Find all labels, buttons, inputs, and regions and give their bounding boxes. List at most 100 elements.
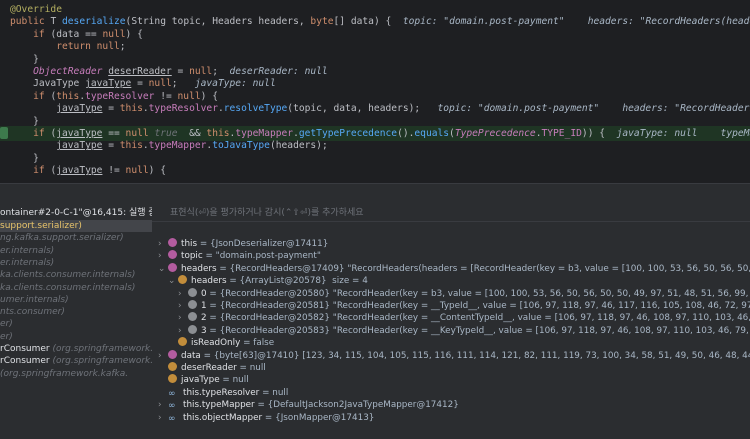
- variable-name: data: [181, 350, 201, 361]
- variable-name: headers: [191, 276, 227, 287]
- chevron-right-icon[interactable]: ›: [158, 412, 168, 425]
- code-token: typeMapper: [235, 128, 294, 139]
- stack-frame[interactable]: rConsumer (org.springframework.kafka.: [0, 343, 152, 355]
- chevron-down-icon[interactable]: ⌄: [158, 263, 168, 276]
- frame-package: er): [0, 319, 13, 330]
- variable-row[interactable]: › 0 = {RecordHeader@20580} "RecordHeader(…: [178, 287, 750, 301]
- variable-row[interactable]: › this = {JsonDeserializer@17411}: [158, 238, 328, 251]
- stack-frame[interactable]: ka.clients.consumer.internals): [0, 282, 152, 294]
- stack-frame[interactable]: (org.springframework.kafka.: [0, 368, 152, 380]
- code-line[interactable]: if (javaType != null) {: [0, 163, 750, 178]
- variable-row[interactable]: › 2 = {RecordHeader@20582} "RecordHeader(…: [178, 312, 750, 325]
- code-token: javaType: [85, 78, 132, 90]
- stack-frame[interactable]: er.internals): [0, 257, 152, 269]
- variable-name: this: [181, 239, 198, 249]
- code-token: ) {: [148, 165, 166, 177]
- chevron-right-icon[interactable]: ›: [178, 312, 188, 325]
- code-token: null: [125, 128, 155, 139]
- chevron-right-icon[interactable]: ›: [158, 350, 168, 363]
- code-token: true: [154, 128, 190, 139]
- stack-frame[interactable]: support.serializer): [0, 220, 152, 232]
- chevron-right-icon[interactable]: ›: [178, 300, 188, 313]
- variable-value: = {JsonDeserializer@17411}: [197, 239, 329, 249]
- code-token: if: [33, 90, 51, 102]
- stack-frame[interactable]: nts.consumer): [0, 306, 152, 318]
- stack-frame[interactable]: er): [0, 318, 152, 330]
- code-token: equals: [414, 128, 450, 139]
- frame-package: ng.kafka.support.serializer): [0, 233, 124, 244]
- variable-row[interactable]: › data = {byte[63]@17410} [123, 34, 115, …: [158, 349, 750, 363]
- chevron-right-icon[interactable]: ›: [158, 250, 168, 263]
- variable-value: = {RecordHeader@20580} "RecordHeader(key…: [209, 288, 749, 299]
- variable-value: = {byte[63]@17410} [123, 34, 115, 104, 1…: [203, 350, 750, 361]
- code-token: null: [189, 66, 213, 77]
- variable-name: this.typeMapper: [183, 400, 255, 411]
- variable-row[interactable]: deserReader = null: [158, 362, 266, 375]
- variable-row[interactable]: › ∞ this.objectMapper = {JsonMapper@17413}: [158, 412, 374, 425]
- code-token: this: [56, 90, 80, 102]
- watch-icon: ∞: [168, 401, 176, 412]
- code-token: (headers);: [269, 140, 328, 152]
- code-editor[interactable]: @Override public T deserialize(String top…: [0, 0, 750, 183]
- code-token: , Headers: [200, 16, 259, 28]
- chevron-down-icon[interactable]: ⌄: [168, 275, 178, 288]
- field-icon: [178, 275, 187, 285]
- variable-row[interactable]: › ∞ this.typeMapper = {DefaultJackson2Java…: [158, 399, 459, 412]
- chevron-right-icon[interactable]: ›: [178, 288, 188, 301]
- code-token: toJavaType: [212, 140, 270, 152]
- variable-value: = null: [236, 363, 266, 373]
- code-token: data: [56, 28, 80, 40]
- code-token: typeMapper: [148, 140, 207, 152]
- frame-package: ka.clients.consumer.internals): [0, 270, 136, 281]
- code-token: if: [33, 128, 51, 139]
- stack-frame[interactable]: ng.kafka.support.serializer): [0, 232, 152, 244]
- field-icon: [178, 337, 187, 347]
- variable-row[interactable]: › topic = "domain.post-payment": [158, 250, 321, 263]
- code-token: javaType: null: [194, 78, 276, 90]
- stack-frame[interactable]: er.internals): [0, 245, 152, 257]
- code-token: this: [119, 140, 143, 152]
- code-token: =: [102, 140, 120, 152]
- thread-selector[interactable]: ontainer#2-0-C-1"@16,415: 실행 중 ⌄ ▼: [0, 205, 152, 221]
- variable-row[interactable]: ∞ this.typeResolver = null: [158, 387, 288, 400]
- evaluate-expression-input[interactable]: 표현식(⏎)을 평가하거나 감시(⌃⇧⏎)를 추가하세요: [152, 205, 750, 222]
- code-token: topic: [171, 16, 201, 28]
- variable-name: this.objectMapper: [183, 412, 263, 423]
- watch-icon: ∞: [168, 413, 176, 424]
- code-token: deserialize: [62, 16, 126, 28]
- code-token: ;: [212, 66, 230, 77]
- code-token: &&: [189, 128, 207, 139]
- variable-value: = {ArrayList@20578} size = 4: [226, 276, 368, 287]
- code-token: !=: [102, 165, 126, 177]
- variable-row[interactable]: isReadOnly = false: [168, 337, 274, 350]
- chevron-right-icon[interactable]: ›: [158, 238, 168, 251]
- variable-row[interactable]: › 3 = {RecordHeader@20583} "RecordHeader(…: [178, 324, 750, 338]
- code-token: ==: [102, 128, 126, 139]
- chevron-right-icon[interactable]: ›: [158, 399, 168, 412]
- frame-method: rConsumer: [0, 344, 53, 354]
- variable-name: topic: [181, 251, 203, 262]
- chevron-right-icon[interactable]: ›: [178, 325, 188, 338]
- variable-row[interactable]: ⌄ headers = {RecordHeaders@17409} "Record…: [158, 262, 750, 276]
- code-token: []: [333, 16, 351, 28]
- variable-name: headers: [181, 263, 217, 274]
- stack-frame[interactable]: umer.internals): [0, 294, 152, 306]
- variable-value: = "domain.post-payment": [202, 251, 321, 262]
- stack-frame[interactable]: er): [0, 331, 152, 343]
- stack-frame[interactable]: rConsumer (org.springframework.kafka.lis…: [0, 355, 152, 367]
- frame-package: er.internals): [0, 257, 55, 268]
- eval-placeholder: 표현식(⏎)을 평가하거나 감시(⌃⇧⏎)를 추가하세요: [170, 208, 364, 218]
- frame-method: support.serializer): [0, 221, 82, 231]
- variable-row[interactable]: javaType = null: [158, 374, 249, 387]
- code-token: (topic, data, headers);: [287, 103, 438, 115]
- variable-value: = null: [219, 375, 249, 386]
- variable-row[interactable]: ⌄ headers = {ArrayList@20578} size = 4: [168, 275, 368, 288]
- stack-frame[interactable]: ka.clients.consumer.internals): [0, 269, 152, 281]
- variable-row[interactable]: › 1 = {RecordHeader@20581} "RecordHeader(…: [178, 300, 750, 313]
- variable-value: = {DefaultJackson2JavaTypeMapper@17412}: [254, 400, 459, 411]
- parameter-icon: [168, 349, 177, 359]
